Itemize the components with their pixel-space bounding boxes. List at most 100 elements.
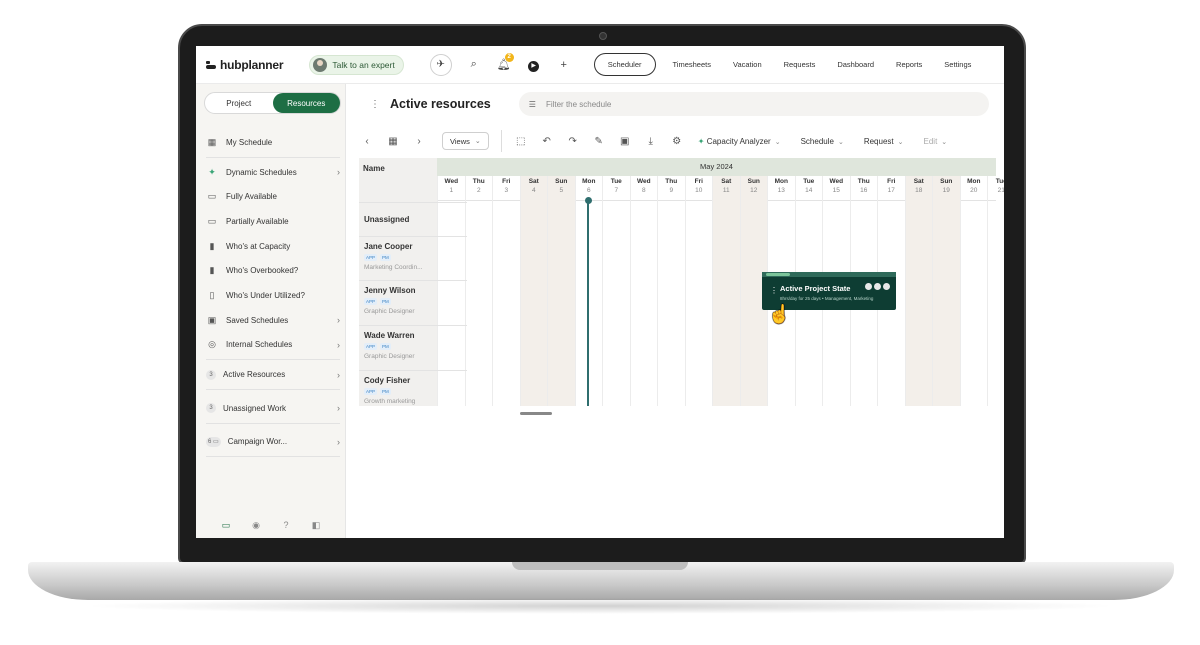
group-count: 3 (206, 369, 216, 380)
day-name: Sun (747, 178, 760, 185)
folder-icon: ▭ (213, 438, 219, 445)
day-number: 6 (586, 187, 591, 194)
resource-role: Graphic Designer (364, 308, 415, 315)
logo[interactable]: hubplanner (206, 57, 284, 72)
sidebar-group-active-resources[interactable]: 3 Active Resources › (206, 362, 340, 387)
capacity-analyzer-dropdown[interactable]: ✦ Capacity Analyzer ⌄ (698, 137, 781, 146)
battery-empty-icon: ▯ (209, 289, 215, 300)
day-number: 12 (750, 187, 758, 194)
views-dropdown[interactable]: Views ⌄ (442, 132, 489, 150)
sidebar-item-partially-available[interactable]: ▭ Partially Available (206, 209, 340, 234)
sidebar-item-label: Who's Overbooked? (226, 266, 299, 276)
divider (206, 422, 340, 424)
resource-row[interactable]: Cody Fisher APP PM Growth marketing (359, 370, 467, 410)
select-area-icon[interactable]: ⬚ (514, 136, 528, 147)
day-column[interactable]: Fri 10 (684, 176, 713, 406)
sidebar-item-label: Saved Schedules (226, 315, 289, 325)
plus-icon[interactable]: + (556, 59, 572, 71)
resize-handle[interactable] (520, 412, 552, 415)
sparkle-icon: ✦ (697, 136, 705, 146)
help-icon[interactable]: ? (280, 520, 292, 531)
nav-settings[interactable]: Settings (944, 60, 971, 69)
sidebar-item-label: Who's at Capacity (226, 241, 291, 251)
logo-text: hubplanner (220, 57, 284, 72)
filter-input[interactable]: ☰ Filter the schedule (518, 92, 989, 116)
chevron-left-icon[interactable]: ‹ (360, 136, 374, 147)
battery-full-icon: ▮ (209, 240, 215, 251)
day-column[interactable]: Sat 18 (904, 176, 932, 406)
redo-icon[interactable]: ↷ (566, 136, 580, 147)
sidebar-item-overbooked[interactable]: ▮ Who's Overbooked? (206, 258, 340, 283)
resource-row[interactable]: Wade Warren APP PM Graphic Designer (359, 325, 467, 370)
sidebar-group-campaign-work[interactable]: 6 ▭ Campaign Wor... › (206, 430, 340, 455)
sidebar-item-fully-available[interactable]: ▭ Fully Available (206, 184, 340, 209)
sidebar-item-my-schedule[interactable]: ▦ My Schedule (206, 130, 340, 155)
resource-tag: PM (380, 343, 391, 350)
nav-vacation[interactable]: Vacation (733, 60, 762, 69)
day-column[interactable]: Tue 7 (602, 176, 630, 406)
sidebar-item-internal-schedules[interactable]: ◎ Internal Schedules › (206, 333, 340, 358)
download-icon[interactable]: ⤓ (644, 136, 658, 147)
month-header: May 2024 (437, 158, 996, 176)
talk-to-expert-button[interactable]: Talk to an expert (309, 54, 404, 75)
day-column[interactable]: Thu 2 (464, 176, 493, 406)
day-column[interactable]: Sat 11 (712, 176, 740, 406)
monitor-icon[interactable]: ▭ (220, 520, 232, 531)
rocket-icon[interactable]: ✈ (429, 53, 452, 76)
sidebar-group-unassigned-work[interactable]: 3 Unassigned Work › (206, 396, 340, 421)
booking-action-icon[interactable] (865, 283, 872, 290)
day-column[interactable]: Wed 8 (629, 176, 658, 406)
nav-reports[interactable]: Reports (896, 60, 922, 69)
name-column-header: Name (363, 164, 385, 173)
day-column[interactable]: Mon 20 (959, 176, 988, 406)
sidebar-item-under-utilized[interactable]: ▯ Who's Under Utilized? (206, 283, 340, 308)
edit-dropdown[interactable]: Edit ⌄ (924, 137, 948, 146)
save-icon[interactable]: ▣ (618, 136, 632, 147)
sidebar-item-label: Fully Available (226, 192, 277, 202)
day-column[interactable]: Fri 3 (492, 176, 520, 406)
resource-row[interactable]: Jane Cooper APP PM Marketing Coordin... (359, 236, 467, 280)
kebab-menu-icon[interactable]: ⋮ (370, 99, 380, 110)
resource-role: Graphic Designer (364, 353, 415, 360)
request-dropdown[interactable]: Request ⌄ (864, 137, 904, 146)
chevron-right-icon: › (337, 403, 340, 414)
collapse-sidebar-icon[interactable]: ◧ (310, 520, 322, 531)
main-nav: Scheduler Timesheets Vacation Requests D… (593, 53, 994, 76)
booking-action-icon[interactable] (874, 283, 881, 290)
nav-timesheets[interactable]: Timesheets (673, 60, 712, 69)
sidebar-item-dynamic-schedules[interactable]: ✦ Dynamic Schedules › (206, 160, 340, 185)
resource-tag: APP (364, 388, 378, 395)
day-name: Sun (555, 178, 568, 185)
pencil-icon[interactable]: ✎ (592, 136, 606, 147)
sidebar-item-saved-schedules[interactable]: ▣ Saved Schedules › (206, 308, 340, 333)
nav-requests[interactable]: Requests (784, 60, 816, 69)
drag-handle-icon[interactable]: ⋮ (770, 286, 778, 295)
user-circle-icon[interactable]: ◉ (250, 520, 262, 531)
divider (206, 388, 340, 390)
resource-row[interactable]: Jenny Wilson APP PM Graphic Designer (359, 280, 467, 325)
resource-row[interactable]: Unassigned (359, 202, 467, 236)
gear-icon[interactable]: ⚙ (670, 136, 684, 147)
day-column[interactable]: Sun 19 (932, 176, 960, 406)
search-icon[interactable]: ⌕ (466, 58, 482, 71)
day-column[interactable]: Tue 21 (987, 176, 1004, 406)
sparkle-icon: ✦ (208, 166, 216, 177)
toggle-resources[interactable]: Resources (272, 93, 340, 113)
calendar-icon[interactable]: ▦ (386, 136, 400, 147)
sidebar-item-at-capacity[interactable]: ▮ Who's at Capacity (206, 234, 340, 259)
bell-icon[interactable]: 🔔︎ 2 (496, 53, 514, 71)
chevron-right-icon[interactable]: › (412, 136, 426, 147)
toggle-project[interactable]: Project (205, 93, 273, 113)
day-column[interactable]: Sat 4 (519, 176, 547, 406)
nav-dashboard[interactable]: Dashboard (837, 60, 874, 69)
day-name: Wed (444, 178, 459, 185)
undo-icon[interactable]: ↶ (540, 136, 554, 147)
day-column[interactable]: Thu 9 (657, 176, 685, 406)
play-icon[interactable]: ▶ (526, 58, 542, 72)
schedule-dropdown[interactable]: Schedule ⌄ (801, 137, 844, 146)
resource-tag: APP (364, 254, 378, 261)
booking-action-icon[interactable] (883, 283, 890, 290)
day-column[interactable]: Sun 5 (547, 176, 575, 406)
sidebar-item-label: Active Resources (223, 370, 286, 380)
nav-scheduler[interactable]: Scheduler (593, 53, 656, 76)
